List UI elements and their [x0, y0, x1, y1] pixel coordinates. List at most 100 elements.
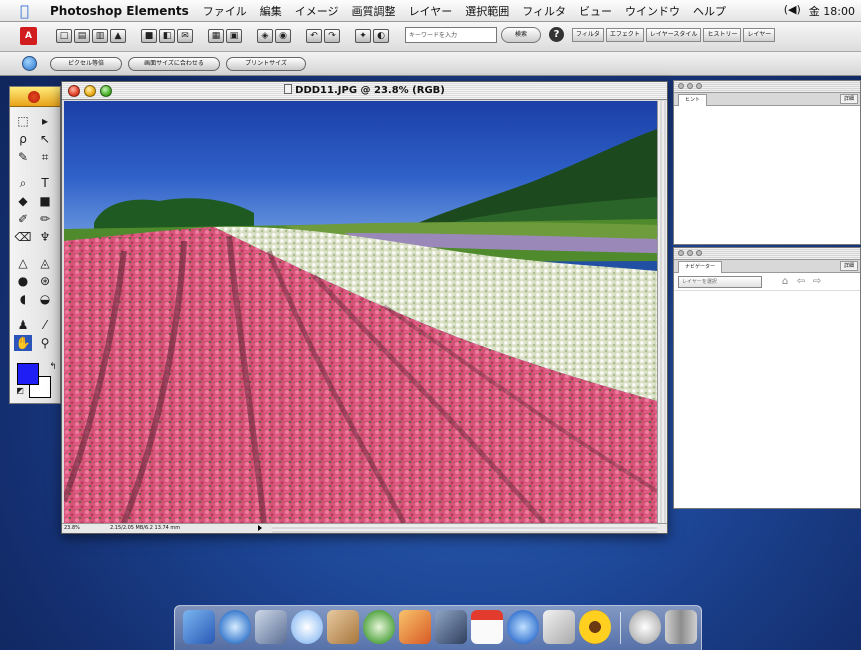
palette-zoom-icon[interactable]: [696, 250, 702, 256]
online-services-icon[interactable]: ◉: [275, 29, 291, 43]
back-arrow-icon[interactable]: ⇦: [794, 276, 808, 288]
quicktime-icon[interactable]: [507, 610, 539, 644]
menu-window[interactable]: ウインドウ: [625, 3, 680, 19]
smudge-tool-icon[interactable]: ●: [14, 273, 32, 289]
navigator-select[interactable]: レイヤーを選択: [678, 276, 762, 288]
brush-tool-icon[interactable]: ✐: [14, 211, 32, 227]
help-icon[interactable]: ?: [549, 27, 564, 42]
impressionist-brush-tool-icon[interactable]: ♆: [36, 229, 54, 245]
palette-well-tab-effects[interactable]: エフェクト: [605, 28, 644, 42]
menu-select[interactable]: 選択範囲: [465, 3, 509, 19]
redo-icon[interactable]: ↷: [324, 29, 340, 43]
palette-zoom-icon[interactable]: [696, 83, 702, 89]
menu-clock[interactable]: 金 18:00: [809, 3, 855, 19]
close-window-icon[interactable]: [68, 85, 80, 97]
palette-well-tab-layers[interactable]: レイヤー: [743, 28, 776, 42]
paint-bucket-tool-icon[interactable]: ◆: [14, 193, 32, 209]
sponge-tool-icon[interactable]: ⊛: [36, 273, 54, 289]
move-tool-icon[interactable]: ▸: [36, 113, 54, 129]
app-menu[interactable]: Photoshop Elements: [50, 4, 189, 18]
palette-close-icon[interactable]: [678, 250, 684, 256]
imovie-icon[interactable]: [435, 610, 467, 644]
zoom-level-readout[interactable]: 23.8%: [64, 524, 80, 533]
sharpen-tool-icon[interactable]: ◬: [36, 255, 54, 271]
zoom-window-icon[interactable]: [100, 85, 112, 97]
palette-well-tab-history[interactable]: ヒストリー: [703, 28, 742, 42]
type-tool-icon[interactable]: T: [36, 175, 54, 191]
tab-hints[interactable]: ヒント: [678, 94, 708, 106]
blur-tool-icon[interactable]: △: [14, 255, 32, 271]
print-size-button[interactable]: プリントサイズ: [226, 57, 306, 71]
palette-minimize-icon[interactable]: [687, 250, 693, 256]
print-preview-icon[interactable]: ▣: [226, 29, 242, 43]
crop-tool-icon[interactable]: ⌗: [36, 149, 54, 165]
menu-help[interactable]: ヘルプ: [693, 3, 726, 19]
vertical-scrollbar[interactable]: [657, 101, 667, 523]
safari-icon[interactable]: [219, 610, 251, 644]
hand-tool-icon[interactable]: ✋: [14, 335, 32, 351]
palette-titlebar[interactable]: [674, 248, 860, 260]
undo-icon[interactable]: ↶: [306, 29, 322, 43]
iphoto-icon[interactable]: [399, 610, 431, 644]
toolbox-header[interactable]: [10, 87, 60, 107]
minimize-window-icon[interactable]: [84, 85, 96, 97]
swap-colors-icon[interactable]: ↰: [44, 359, 62, 375]
menu-image[interactable]: イメージ: [295, 3, 339, 19]
palette-well-tab-filters[interactable]: フィルタ: [572, 28, 604, 42]
clone-stamp-tool-icon[interactable]: ♟: [14, 317, 32, 333]
eraser-tool-icon[interactable]: ⌫: [14, 229, 32, 245]
menu-layer[interactable]: レイヤー: [409, 3, 453, 19]
menu-file[interactable]: ファイル: [203, 3, 247, 19]
volume-icon[interactable]: (◀): [784, 3, 801, 19]
tab-navigator[interactable]: ナビゲーター: [678, 261, 723, 273]
menu-filter[interactable]: フィルタ: [522, 3, 566, 19]
gradient-tool-icon[interactable]: ■: [36, 193, 54, 209]
open-file-icon[interactable]: ▤: [74, 29, 90, 43]
mail-icon[interactable]: [255, 610, 287, 644]
finder-icon[interactable]: [183, 610, 215, 644]
menu-enhance[interactable]: 画質調整: [352, 3, 396, 19]
palette-minimize-icon[interactable]: [687, 83, 693, 89]
ichat-av-icon[interactable]: [543, 610, 575, 644]
palette-titlebar[interactable]: [674, 81, 860, 93]
zoom-tool-icon[interactable]: ⚲: [36, 335, 54, 351]
browse-icon[interactable]: ▥: [92, 29, 108, 43]
menu-view[interactable]: ビュー: [579, 3, 612, 19]
menu-edit[interactable]: 編集: [260, 3, 282, 19]
quick-fix-icon[interactable]: ✦: [355, 29, 371, 43]
shape-tool-icon[interactable]: ⌕: [14, 175, 32, 191]
selection-brush-tool-icon[interactable]: ✎: [14, 149, 32, 165]
itunes-icon[interactable]: [363, 610, 395, 644]
lasso-tool-icon[interactable]: ρ: [14, 131, 32, 147]
print-icon[interactable]: ▦: [208, 29, 224, 43]
save-for-web-icon[interactable]: ◧: [159, 29, 175, 43]
forward-arrow-icon[interactable]: ⇨: [810, 276, 824, 288]
attach-email-icon[interactable]: ✉: [177, 29, 193, 43]
photoshop-elements-icon[interactable]: [579, 610, 611, 644]
actual-pixels-button[interactable]: ピクセル等倍: [50, 57, 122, 71]
ical-icon[interactable]: [471, 610, 503, 644]
zoom-tool-options-icon[interactable]: [22, 56, 37, 71]
apple-menu-icon[interactable]: : [20, 3, 34, 19]
home-icon[interactable]: ⌂: [778, 276, 792, 288]
address-book-icon[interactable]: [327, 610, 359, 644]
palette-well-tab-layer-styles[interactable]: レイヤースタイル: [645, 28, 702, 42]
status-menu-arrow-icon[interactable]: [258, 525, 262, 531]
palette-close-icon[interactable]: [678, 83, 684, 89]
palette-more-button[interactable]: 詳細: [839, 94, 858, 104]
magic-wand-tool-icon[interactable]: ↖: [36, 131, 54, 147]
web-gallery-icon[interactable]: ◈: [257, 29, 273, 43]
search-button[interactable]: 検索: [501, 27, 541, 43]
save-icon[interactable]: ■: [141, 29, 157, 43]
burn-tool-icon[interactable]: ◒: [36, 291, 54, 307]
document-titlebar[interactable]: DDD11.JPG @ 23.8% (RGB): [62, 82, 667, 100]
horizontal-scrollbar[interactable]: [272, 525, 657, 533]
trash-icon[interactable]: [665, 610, 697, 644]
palette-more-button[interactable]: 詳細: [839, 261, 858, 271]
system-preferences-icon[interactable]: [629, 610, 661, 644]
import-icon[interactable]: ▲: [110, 29, 126, 43]
color-variations-icon[interactable]: ◐: [373, 29, 389, 43]
help-search-input[interactable]: キーワードを入力: [405, 27, 497, 43]
dodge-tool-icon[interactable]: ◖: [14, 291, 32, 307]
pencil-tool-icon[interactable]: ✏: [36, 211, 54, 227]
